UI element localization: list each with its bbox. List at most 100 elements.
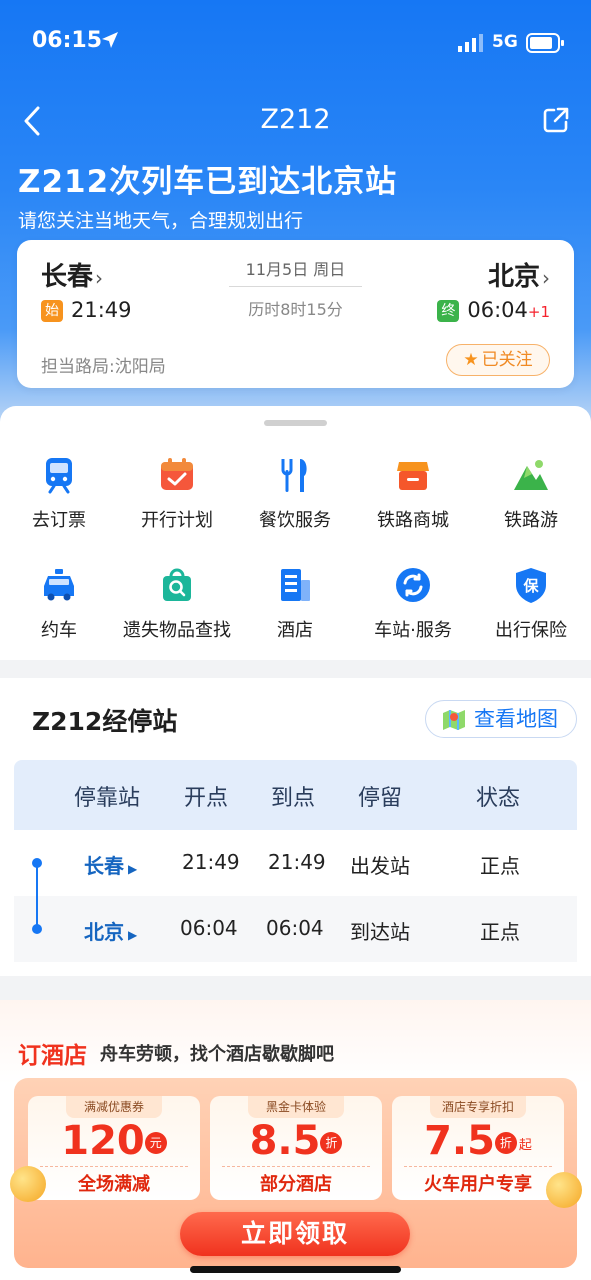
stops-section: Z212经停站 查看地图 停靠站 开点 到点 停留 状态 长春 ▶ 21:49 2… [0, 678, 591, 976]
stop-arrival: 06:04 [266, 916, 324, 940]
table-row[interactable]: 北京 ▶ 06:04 06:04 到达站 正点 [14, 896, 577, 962]
stop-departure: 06:04 [180, 916, 238, 940]
mountain-icon [514, 460, 548, 490]
header-stay: 停留 [358, 786, 403, 811]
follow-button[interactable]: ★ 已关注 [446, 344, 550, 376]
star-icon: ★ [463, 350, 479, 370]
coupon-value: 120 [61, 1118, 145, 1164]
drag-handle[interactable] [264, 420, 327, 426]
coupon-card[interactable]: 酒店专享折扣 7.5 折起 火车用户专享 [392, 1096, 564, 1200]
coupon-card[interactable]: 黑金卡体验 8.5 折 部分酒店 [210, 1096, 382, 1200]
service-label: 去订票 [32, 510, 86, 531]
service-rail-mall[interactable]: 铁路商城 [354, 456, 472, 546]
station-service-icon [396, 568, 430, 602]
table-row[interactable]: 长春 ▶ 21:49 21:49 出发站 正点 [14, 830, 577, 896]
travel-duration: 历时8时15分 [248, 300, 343, 319]
stops-title: Z212经停站 [32, 707, 178, 736]
calendar-icon [161, 458, 193, 490]
stop-departure: 21:49 [182, 850, 240, 874]
network-type: 5G [492, 32, 518, 52]
header-departure: 开点 [184, 786, 229, 811]
coupon-card[interactable]: 满减优惠券 120 元 全场满减 [28, 1096, 200, 1200]
nav-bar: Z212 [0, 100, 591, 144]
follow-label: 已关注 [481, 350, 533, 370]
service-label: 铁路商城 [377, 510, 449, 531]
header-status: 状态 [476, 786, 521, 811]
coupon-desc: 火车用户专享 [424, 1174, 532, 1195]
service-rail-tour[interactable]: 铁路游 [472, 456, 590, 546]
stop-stay: 出发站 [350, 854, 410, 878]
shop-icon [397, 462, 429, 490]
service-book-ticket[interactable]: 去订票 [0, 456, 118, 546]
svg-text:保: 保 [522, 577, 539, 595]
to-station-name: 北京 [487, 262, 540, 292]
view-map-label: 查看地图 [474, 707, 558, 731]
coupon-unit: 元 [144, 1132, 167, 1154]
service-schedule[interactable]: 开行计划 [118, 456, 236, 546]
stops-table-header: 停靠站 开点 到点 停留 状态 [14, 760, 577, 830]
stop-station-name: 长春 [84, 854, 124, 878]
services-panel: 去订票 开行计划 餐饮服务 铁路商城 铁路游 约车 遗失物品查找 酒店 车站·服… [0, 406, 591, 660]
signal-icon [458, 34, 483, 52]
triangle-right-icon: ▶ [128, 928, 138, 942]
view-map-button[interactable]: 查看地图 [425, 700, 577, 738]
hotel-subtitle: 舟车劳顿，找个酒店歇歇脚吧 [100, 1044, 334, 1065]
coin-icon [546, 1172, 582, 1208]
service-label: 酒店 [277, 620, 313, 641]
service-label: 遗失物品查找 [123, 620, 231, 641]
next-day-marker: +1 [527, 303, 550, 321]
service-station[interactable]: 车站·服务 [354, 566, 472, 656]
share-icon[interactable] [540, 104, 572, 136]
arrival-subtitle: 请您关注当地天气，合理规划出行 [18, 210, 304, 232]
coupon-suffix: 起 [518, 1137, 532, 1153]
service-lost-found[interactable]: 遗失物品查找 [118, 566, 236, 656]
map-icon [443, 710, 465, 730]
coupon-desc: 全场满减 [78, 1174, 150, 1195]
service-label: 铁路游 [504, 510, 558, 531]
hotel-icon [281, 569, 310, 601]
stop-status: 正点 [480, 854, 520, 878]
coupon-divider [40, 1166, 188, 1167]
coupon-value-row: 7.5 折起 [392, 1118, 564, 1164]
to-station[interactable]: 北京 › [488, 256, 550, 293]
coupon-desc: 部分酒店 [260, 1174, 332, 1195]
coupon-divider [222, 1166, 370, 1167]
hotel-title: 订酒店 [18, 1043, 87, 1069]
train-icon [46, 458, 72, 494]
departure-time-row: 始 21:49 [41, 298, 132, 322]
claim-now-button[interactable]: 立即领取 [180, 1212, 410, 1256]
header-station: 停靠站 [74, 786, 141, 811]
stop-station[interactable]: 长春 ▶ [84, 850, 137, 879]
stop-station[interactable]: 北京 ▶ [84, 916, 137, 945]
stop-stay: 到达站 [350, 920, 410, 944]
service-car-hailing[interactable]: 约车 [0, 566, 118, 656]
header-arrival: 到点 [271, 786, 316, 811]
travel-date: 11月5日 周日 [245, 260, 346, 279]
coupon-value: 8.5 [249, 1118, 321, 1164]
coupon-tag: 满减优惠券 [66, 1096, 162, 1118]
from-station-name: 长春 [41, 262, 94, 292]
route-divider [229, 286, 362, 287]
home-indicator [190, 1266, 401, 1273]
taxi-icon [44, 569, 74, 601]
coupon-value: 7.5 [424, 1118, 495, 1164]
battery-icon [526, 33, 564, 53]
service-hotel[interactable]: 酒店 [236, 566, 354, 656]
train-info-card: 长春 › 北京 › 始 21:49 终 06:04+1 11月5日 周日 历时8时15分… [17, 240, 574, 388]
service-insurance[interactable]: 保 出行保险 [472, 566, 590, 656]
coupon-tag: 酒店专享折扣 [430, 1096, 526, 1118]
coupon-value-row: 120 元 [28, 1118, 200, 1164]
coupon-tag: 黑金卡体验 [248, 1096, 344, 1118]
terminal-badge: 终 [437, 300, 460, 322]
route-line [36, 862, 38, 928]
chevron-right-icon: › [95, 266, 104, 290]
location-arrow-icon [102, 32, 118, 48]
coupon-value-row: 8.5 折 [210, 1118, 382, 1164]
from-station[interactable]: 长春 › [41, 256, 103, 293]
coin-icon [10, 1166, 46, 1202]
service-catering[interactable]: 餐饮服务 [236, 456, 354, 546]
stop-station-name: 北京 [84, 920, 124, 944]
coupon-unit: 折 [320, 1132, 343, 1154]
status-bar: 06:15 5G [0, 0, 591, 80]
service-label: 出行保险 [495, 620, 567, 641]
